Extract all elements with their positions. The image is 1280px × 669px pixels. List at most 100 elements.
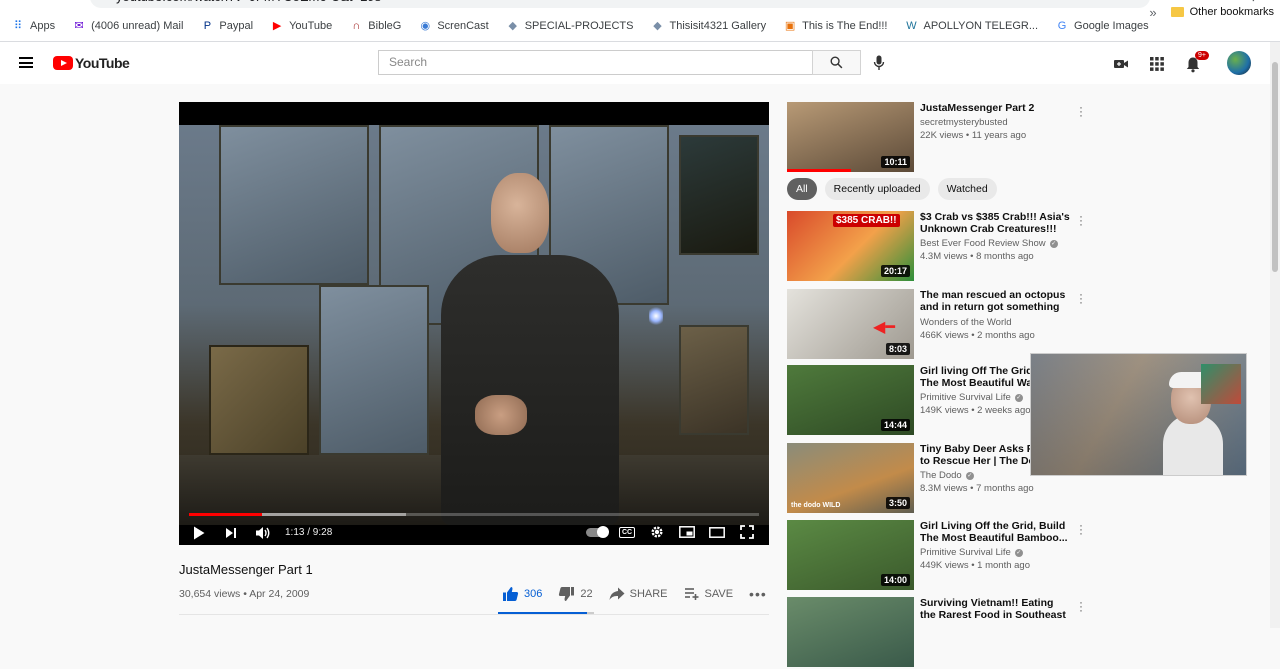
more-vertical-icon[interactable]: ··· [1077, 519, 1085, 539]
biblegateway-icon: ∩ [352, 20, 361, 32]
more-bookmarks-button[interactable]: » [1149, 5, 1156, 20]
channel-name[interactable]: Primitive Survival Life ✓ [920, 547, 1070, 558]
artwork-panel [679, 325, 749, 435]
microphone-icon[interactable] [873, 55, 885, 76]
search-button[interactable] [812, 50, 861, 75]
menu-hamburger-icon[interactable] [19, 57, 33, 68]
video-info: Girl Living Off the Grid, Build The Most… [920, 520, 1070, 571]
dislike-count: 22 [580, 588, 593, 600]
captions-icon: CC [618, 526, 636, 538]
captions-button[interactable]: CC [615, 522, 639, 542]
bookmark-5[interactable]: ◉ ScrenCast [419, 20, 489, 32]
share-button[interactable]: SHARE [609, 587, 668, 601]
video-player[interactable]: 1:13 / 9:28 CC [179, 102, 769, 545]
video-title[interactable]: JustaMessenger Part 2 [920, 102, 1070, 114]
other-bookmarks-button[interactable]: Other bookmarks [1190, 6, 1274, 18]
volume-button[interactable] [251, 523, 275, 543]
channel-name[interactable]: Wonders of the World [920, 317, 1070, 328]
lamp-light [649, 305, 663, 327]
fullscreen-button[interactable] [735, 522, 759, 542]
info-divider [179, 614, 769, 615]
apps-grid-icon: ⠿ [13, 20, 23, 32]
scrollbar-thumb[interactable] [1272, 62, 1278, 272]
bookmark-1[interactable]: ✉ (4006 unread) Mail [73, 20, 183, 32]
more-actions-button[interactable]: ••• [749, 586, 767, 602]
video-stats: 8.3M views • 7 months ago [920, 483, 1034, 494]
bookmark-label: Thisisit4321 Gallery [669, 20, 767, 32]
channel-label: Primitive Survival Life [920, 392, 1011, 403]
video-title[interactable]: Surviving Vietnam!! Eating the Rarest Fo… [920, 597, 1070, 622]
bookmarks-right: » Other bookmarks [1149, 0, 1274, 24]
bookmark-8[interactable]: ▣ This is The End!!! [784, 20, 888, 32]
bookmark-9[interactable]: W APOLLYON TELEGR... [905, 20, 1038, 32]
filter-chip-2[interactable]: Watched [937, 178, 997, 200]
page-icon: ◆ [653, 20, 662, 32]
video-thumbnail[interactable] [787, 597, 914, 667]
verified-check-icon: ✓ [1014, 393, 1023, 402]
filter-chip-1[interactable]: Recently uploaded [824, 178, 930, 200]
video-title[interactable]: Girl Living Off the Grid, Build The Most… [920, 520, 1070, 544]
theater-mode-button[interactable] [705, 522, 729, 542]
bookmark-2[interactable]: P Paypal [201, 20, 253, 32]
next-button[interactable] [219, 523, 243, 543]
more-vertical-icon[interactable]: ··· [1077, 596, 1085, 616]
dislike-button[interactable]: 22 [558, 586, 593, 602]
person-hands [475, 395, 527, 435]
player-controls-right: CC [579, 522, 759, 542]
play-button[interactable] [187, 523, 211, 543]
search-icon [830, 56, 843, 69]
thumbnail-text: the dodo WILD [791, 502, 841, 509]
related-video-item[interactable]: $385 CRAB!! 20:17 $3 Crab vs $385 Crab!!! … [787, 210, 1097, 283]
related-video-item[interactable]: Surviving Vietnam!! Eating the Rarest Fo… [787, 596, 1097, 669]
video-thumbnail[interactable]: 14:44 [787, 365, 914, 435]
notifications-bell-icon[interactable]: 9+ [1185, 50, 1209, 74]
video-meta: 30,654 views • Apr 24, 2009 [179, 588, 310, 600]
video-progress-bar[interactable] [189, 513, 759, 516]
bookmark-4[interactable]: ∩ BibleG [350, 20, 401, 32]
video-thumbnail[interactable]: 10:11 [787, 102, 914, 172]
video-thumbnail[interactable]: ◀━ 8:03 [787, 289, 914, 359]
nav-buttons: ‹ › ↻ [8, 0, 83, 3]
header-actions: 9+ [1113, 50, 1251, 75]
page-scrollbar[interactable] [1270, 42, 1280, 628]
address-bar[interactable]: youtube.com/watch?v=JFMYCoEm6-U&t=29s [90, 0, 1150, 8]
video-title[interactable]: $3 Crab vs $385 Crab!!! Asia's Unknown C… [920, 211, 1070, 235]
gear-icon [651, 526, 663, 538]
more-vertical-icon[interactable]: ··· [1077, 210, 1085, 230]
like-button[interactable]: 306 [502, 586, 542, 602]
verified-check-icon: ✓ [1014, 548, 1023, 557]
channel-name[interactable]: Best Ever Food Review Show ✓ [920, 238, 1070, 249]
filter-chip-0[interactable]: All [787, 178, 817, 200]
forward-icon[interactable]: › [31, 0, 36, 2]
more-vertical-icon[interactable]: ··· [1077, 288, 1085, 308]
related-video-item[interactable]: 14:00 Girl Living Off the Grid, Build The… [787, 519, 1097, 592]
search-input[interactable]: Search [378, 50, 813, 75]
video-thumbnail[interactable]: the dodo WILD 3:50 [787, 443, 914, 513]
channel-name[interactable]: secretmysterybusted [920, 117, 1070, 128]
thumbnail-text: $385 CRAB!! [833, 214, 900, 227]
bookmark-6[interactable]: ◆ SPECIAL-PROJECTS [507, 20, 633, 32]
channel-label: secretmysterybusted [920, 117, 1008, 128]
video-thumbnail[interactable]: $385 CRAB!! 20:17 [787, 211, 914, 281]
more-vertical-icon[interactable]: ··· [1077, 101, 1085, 121]
reload-icon[interactable]: ↻ [53, 0, 65, 2]
video-title[interactable]: The man rescued an octopus and in return… [920, 289, 1070, 314]
bookmarks-bar: ⠿ Apps ✉ (4006 unread) Mail P Paypal ▶ YouTube ∩… [0, 14, 1280, 38]
video-thumbnail[interactable]: 14:00 [787, 520, 914, 590]
apps-icon[interactable] [1149, 56, 1167, 74]
bookmark-7[interactable]: ◆ Thisisit4321 Gallery [652, 20, 767, 32]
bookmark-0[interactable]: ⠿ Apps [12, 20, 55, 32]
related-video-item[interactable]: 10:11 JustaMessenger Part 2 secretmysteryb… [787, 101, 1097, 174]
related-video-item[interactable]: ◀━ 8:03 The man rescued an octopus and in … [787, 288, 1097, 361]
save-button[interactable]: SAVE [684, 587, 733, 601]
autoplay-toggle[interactable] [585, 522, 609, 542]
bookmark-10[interactable]: G Google Images [1056, 20, 1149, 32]
bookmark-3[interactable]: ▶ YouTube [271, 20, 332, 32]
miniplayer-button[interactable] [675, 522, 699, 542]
back-icon[interactable]: ‹ [8, 0, 13, 2]
create-video-icon[interactable] [1113, 56, 1131, 74]
settings-button[interactable] [645, 522, 669, 542]
add-to-playlist-icon [684, 588, 699, 600]
account-avatar[interactable] [1227, 51, 1251, 75]
youtube-logo[interactable]: YouTube [53, 55, 130, 71]
